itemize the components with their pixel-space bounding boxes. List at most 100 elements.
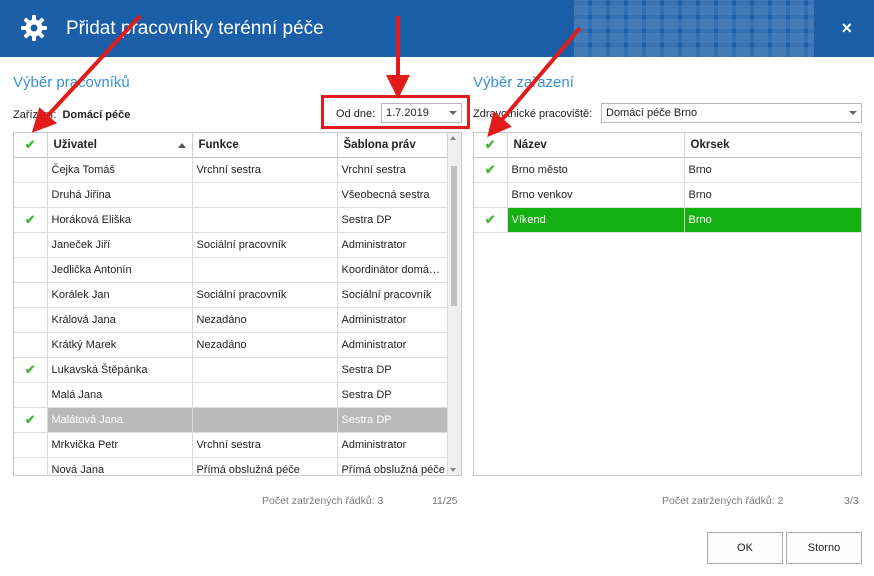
left-row-count: 11/25	[432, 495, 458, 507]
cell-template: Sociální pracovník	[337, 282, 448, 308]
cell-template: Administrator	[337, 432, 448, 458]
close-icon[interactable]: ×	[841, 18, 852, 39]
row-checkbox[interactable]	[14, 182, 48, 208]
cell-function: Sociální pracovník	[192, 282, 338, 308]
row-checkbox[interactable]	[14, 157, 48, 183]
cell-user: Malá Jana	[47, 382, 193, 408]
dialog-titlebar: Přidat pracovníky terénní péče ×	[0, 0, 874, 57]
row-checkbox[interactable]: ✔	[14, 207, 48, 233]
row-checkbox[interactable]: ✔	[14, 357, 48, 383]
sort-ascending-icon	[177, 143, 186, 148]
cell-user: Mrkvička Petr	[47, 432, 193, 458]
workers-grid: ✔ Uživatel Funkce Šablona práv Čejka Tom…	[13, 132, 462, 476]
column-header-template[interactable]: Šablona práv	[337, 133, 448, 158]
cell-template: Všeobecná sestra	[337, 182, 448, 208]
table-row[interactable]: Brno venkov Brno	[474, 182, 861, 208]
row-checkbox[interactable]: ✔	[474, 157, 508, 183]
row-checkbox[interactable]: ✔	[474, 207, 508, 233]
row-checkbox[interactable]	[14, 457, 48, 475]
table-row[interactable]: Janeček Jiří Sociální pracovník Administra…	[14, 232, 448, 258]
cell-function: Přímá obslužná péče	[192, 457, 338, 475]
workplace-select[interactable]: Domácí péče Brno	[601, 103, 862, 123]
cell-function: Nezadáno	[192, 307, 338, 333]
date-value: 1.7.2019	[386, 107, 429, 119]
cell-user: Čejka Tomáš	[47, 157, 193, 183]
check-icon: ✔	[484, 161, 496, 177]
facility-label-group: Zařízení: Domácí péče	[13, 109, 130, 121]
cell-function: Sociální pracovník	[192, 232, 338, 258]
placement-grid: ✔ Název Okrsek ✔ Brno město Brno Brno venko…	[473, 132, 862, 476]
cancel-button[interactable]: Storno	[786, 532, 862, 564]
table-row[interactable]: Druhá Jiřina Všeobecná sestra	[14, 182, 448, 208]
cell-name: Brno venkov	[507, 182, 685, 208]
gear-icon	[21, 15, 47, 41]
select-all-checkbox[interactable]: ✔	[474, 133, 508, 158]
table-row[interactable]: Čejka Tomáš Vrchní sestra Vrchní sestra	[14, 157, 448, 183]
column-header-name[interactable]: Název	[507, 133, 685, 158]
chevron-down-icon[interactable]	[849, 111, 857, 115]
check-icon: ✔	[24, 211, 36, 227]
table-row[interactable]: ✔ Malátová Jana Sestra DP	[14, 407, 448, 433]
column-header-district[interactable]: Okrsek	[684, 133, 861, 158]
cell-function: Nezadáno	[192, 332, 338, 358]
row-checkbox[interactable]	[14, 232, 48, 258]
table-row[interactable]: Nová Jana Přímá obslužná péče Přímá obsluž…	[14, 457, 448, 475]
cell-template: Přímá obslužná péče	[337, 457, 448, 475]
cell-user: Lukavská Štěpánka	[47, 357, 193, 383]
chevron-down-icon[interactable]	[449, 111, 457, 115]
row-checkbox[interactable]	[14, 282, 48, 308]
placement-grid-header: ✔ Název Okrsek	[474, 133, 861, 158]
column-header-user[interactable]: Uživatel	[47, 133, 193, 158]
workers-grid-header: ✔ Uživatel Funkce Šablona práv	[14, 133, 448, 158]
row-checkbox[interactable]	[14, 382, 48, 408]
table-row[interactable]: Králová Jana Nezadáno Administrator	[14, 307, 448, 333]
row-checkbox[interactable]	[14, 332, 48, 358]
date-picker[interactable]: 1.7.2019	[381, 103, 462, 123]
date-label: Od dne:	[336, 108, 376, 120]
cell-district: Brno	[684, 207, 861, 233]
table-row[interactable]: ✔ Brno město Brno	[474, 157, 861, 183]
cell-template: Sestra DP	[337, 207, 448, 233]
left-checked-count: Počet zatržených řádků: 3	[262, 495, 384, 507]
table-row[interactable]: Malá Jana Sestra DP	[14, 382, 448, 408]
left-section-title: Výběr pracovníků	[13, 74, 130, 91]
cell-function	[192, 382, 338, 408]
row-checkbox[interactable]	[474, 182, 508, 208]
right-row-count: 3/3	[844, 495, 859, 507]
cell-template: Koordinátor domá…	[337, 257, 448, 283]
scroll-down-icon[interactable]	[450, 468, 456, 472]
table-row[interactable]: ✔ Lukavská Štěpánka Sestra DP	[14, 357, 448, 383]
table-row[interactable]: Jedlička Antonín Koordinátor domá…	[14, 257, 448, 283]
scroll-up-icon[interactable]	[450, 136, 456, 140]
table-row[interactable]: ✔ Víkend Brno	[474, 207, 861, 233]
cell-user: Králová Jana	[47, 307, 193, 333]
row-checkbox[interactable]	[14, 307, 48, 333]
titlebar-pattern	[574, 0, 814, 57]
right-checked-count: Počet zatržených řádků: 2	[662, 495, 784, 507]
row-checkbox[interactable]	[14, 432, 48, 458]
select-all-checkbox[interactable]: ✔	[14, 133, 48, 158]
cell-template: Administrator	[337, 307, 448, 333]
cell-user: Jedlička Antonín	[47, 257, 193, 283]
column-header-function[interactable]: Funkce	[192, 133, 338, 158]
cell-name: Brno město	[507, 157, 685, 183]
cell-user: Malátová Jana	[47, 407, 193, 433]
ok-button[interactable]: OK	[707, 532, 783, 564]
cell-template: Sestra DP	[337, 407, 448, 433]
cell-template: Vrchní sestra	[337, 157, 448, 183]
table-row[interactable]: ✔ Horáková Eliška Sestra DP	[14, 207, 448, 233]
table-row[interactable]: Krátký Marek Nezadáno Administrator	[14, 332, 448, 358]
cell-template: Sestra DP	[337, 357, 448, 383]
check-icon: ✔	[484, 136, 496, 152]
table-row[interactable]: Mrkvička Petr Vrchní sestra Administrator	[14, 432, 448, 458]
workers-scrollbar[interactable]	[448, 133, 461, 475]
row-checkbox[interactable]: ✔	[14, 407, 48, 433]
cell-function: Vrchní sestra	[192, 432, 338, 458]
cell-user: Krátký Marek	[47, 332, 193, 358]
scrollbar-thumb[interactable]	[451, 166, 457, 306]
cell-template: Administrator	[337, 232, 448, 258]
table-row[interactable]: Korálek Jan Sociální pracovník Sociální pr…	[14, 282, 448, 308]
facility-value: Domácí péče	[62, 109, 131, 121]
row-checkbox[interactable]	[14, 257, 48, 283]
workplace-label: Zdravotnické pracoviště:	[473, 108, 593, 120]
